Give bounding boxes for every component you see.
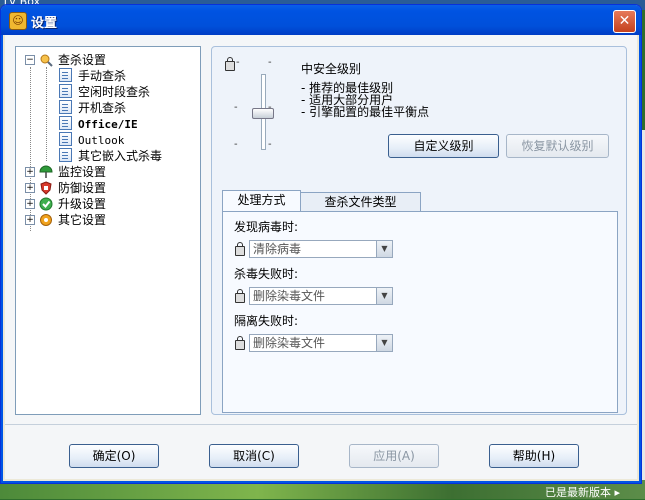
tree-item-monitor-settings[interactable]: + 监控设置 bbox=[25, 164, 106, 180]
slider-tick: - bbox=[236, 57, 240, 68]
tree-item-label: 其它设置 bbox=[58, 213, 107, 227]
tree-item-label: Outlook bbox=[78, 134, 125, 147]
found-virus-select[interactable]: 清除病毒 ▼ bbox=[249, 240, 393, 258]
collapse-icon[interactable]: − bbox=[25, 55, 35, 65]
tree-item-scan-settings[interactable]: − 查杀设置 bbox=[25, 52, 106, 68]
security-level-title: 中安全级别 bbox=[301, 62, 362, 76]
cancel-button[interactable]: 取消(C) bbox=[209, 444, 299, 468]
tree-item-label: 查杀设置 bbox=[58, 53, 107, 67]
tree-item-label: Office/IE bbox=[78, 118, 138, 131]
chevron-down-icon[interactable]: ▼ bbox=[376, 241, 392, 257]
tree-item-label: 升级设置 bbox=[58, 197, 107, 211]
chevron-down-icon[interactable]: ▼ bbox=[376, 288, 392, 304]
lock-icon bbox=[225, 57, 235, 71]
tree-item-other-settings[interactable]: + 其它设置 bbox=[25, 212, 106, 228]
umbrella-icon bbox=[39, 165, 53, 179]
slider-tick: - bbox=[268, 57, 272, 68]
dialog-body: − 查杀设置 手动查杀 空闲时段查杀 开机查杀 Office/IE Outloo… bbox=[5, 35, 637, 479]
tree-item-label: 监控设置 bbox=[58, 165, 107, 179]
tree-item-label: 开机查杀 bbox=[78, 101, 127, 115]
footer-divider bbox=[5, 424, 637, 425]
lock-icon bbox=[235, 289, 245, 303]
isolate-fail-select[interactable]: 删除染毒文件 ▼ bbox=[249, 334, 393, 352]
expand-icon[interactable]: + bbox=[25, 199, 35, 209]
isolate-fail-value: 删除染毒文件 bbox=[253, 336, 326, 350]
app-logo-icon: ☺ bbox=[9, 12, 27, 30]
document-icon bbox=[59, 100, 72, 114]
chevron-down-icon[interactable]: ▼ bbox=[376, 335, 392, 351]
shield-icon bbox=[39, 181, 53, 195]
title-bar[interactable]: ☺ 设置 ✕ bbox=[1, 5, 641, 35]
handling-tab-content: 发现病毒时: 清除病毒 ▼ 杀毒失败时: 删除染毒文件 ▼ 隔离失败时: 删除染… bbox=[222, 211, 618, 413]
tree-item-manual-scan[interactable]: 手动查杀 bbox=[59, 68, 126, 84]
tree-item-embedded-antivirus[interactable]: 其它嵌入式杀毒 bbox=[59, 148, 162, 164]
tree-item-outlook[interactable]: Outlook bbox=[59, 132, 124, 148]
scan-icon bbox=[39, 53, 53, 67]
settings-dialog: ☺ 设置 ✕ − 查杀设置 手动查杀 空闲时段查杀 开机查杀 Office/IE… bbox=[0, 4, 642, 484]
tree-item-label: 手动查杀 bbox=[78, 69, 127, 83]
kill-fail-select[interactable]: 删除染毒文件 ▼ bbox=[249, 287, 393, 305]
tree-item-label: 防御设置 bbox=[58, 181, 107, 195]
expand-icon[interactable]: + bbox=[25, 183, 35, 193]
tree-item-upgrade-settings[interactable]: + 升级设置 bbox=[25, 196, 106, 212]
upgrade-icon bbox=[39, 197, 53, 211]
expand-icon[interactable]: + bbox=[25, 215, 35, 225]
close-button[interactable]: ✕ bbox=[613, 10, 636, 33]
slider-tick: - bbox=[234, 139, 238, 150]
tree-line bbox=[46, 67, 47, 161]
lock-icon bbox=[235, 242, 245, 256]
security-level-slider-thumb[interactable] bbox=[252, 108, 274, 119]
document-icon bbox=[59, 116, 72, 130]
document-icon bbox=[59, 148, 72, 162]
tree-item-label: 其它嵌入式杀毒 bbox=[78, 149, 163, 163]
document-icon bbox=[59, 68, 72, 82]
document-icon bbox=[59, 84, 72, 98]
expand-icon[interactable]: + bbox=[25, 167, 35, 177]
tree-item-idle-scan[interactable]: 空闲时段查杀 bbox=[59, 84, 150, 100]
tree-item-defense-settings[interactable]: + 防御设置 bbox=[25, 180, 106, 196]
apply-button[interactable]: 应用(A) bbox=[349, 444, 439, 468]
kill-fail-label: 杀毒失败时: bbox=[234, 267, 299, 281]
scan-settings-panel: - - - - - - 中安全级别 - 推荐的最佳级别 - 适用大部分用户 - … bbox=[211, 46, 627, 415]
background-status-text: 已是最新版本 ▸ bbox=[545, 486, 621, 499]
slider-tick: - bbox=[268, 139, 272, 150]
help-button[interactable]: 帮助(H) bbox=[489, 444, 579, 468]
tree-item-label: 空闲时段查杀 bbox=[78, 85, 151, 99]
ok-button[interactable]: 确定(O) bbox=[69, 444, 159, 468]
found-virus-label: 发现病毒时: bbox=[234, 220, 299, 234]
isolate-fail-label: 隔离失败时: bbox=[234, 314, 299, 328]
gear-icon bbox=[39, 213, 53, 227]
restore-default-level-button[interactable]: 恢复默认级别 bbox=[506, 134, 609, 158]
custom-level-button[interactable]: 自定义级别 bbox=[388, 134, 499, 158]
security-level-desc: - 引擎配置的最佳平衡点 bbox=[301, 105, 430, 119]
kill-fail-value: 删除染毒文件 bbox=[253, 289, 326, 303]
tree-item-office-ie[interactable]: Office/IE bbox=[59, 116, 138, 132]
lock-icon bbox=[235, 336, 245, 350]
tree-item-startup-scan[interactable]: 开机查杀 bbox=[59, 100, 126, 116]
settings-tree: − 查杀设置 手动查杀 空闲时段查杀 开机查杀 Office/IE Outloo… bbox=[15, 46, 201, 415]
found-virus-value: 清除病毒 bbox=[253, 242, 302, 256]
slider-tick: - bbox=[234, 102, 238, 113]
document-icon bbox=[59, 132, 72, 146]
tab-handling[interactable]: 处理方式 bbox=[222, 190, 301, 212]
window-title: 设置 bbox=[31, 16, 58, 31]
tab-file-types[interactable]: 查杀文件类型 bbox=[300, 192, 421, 212]
